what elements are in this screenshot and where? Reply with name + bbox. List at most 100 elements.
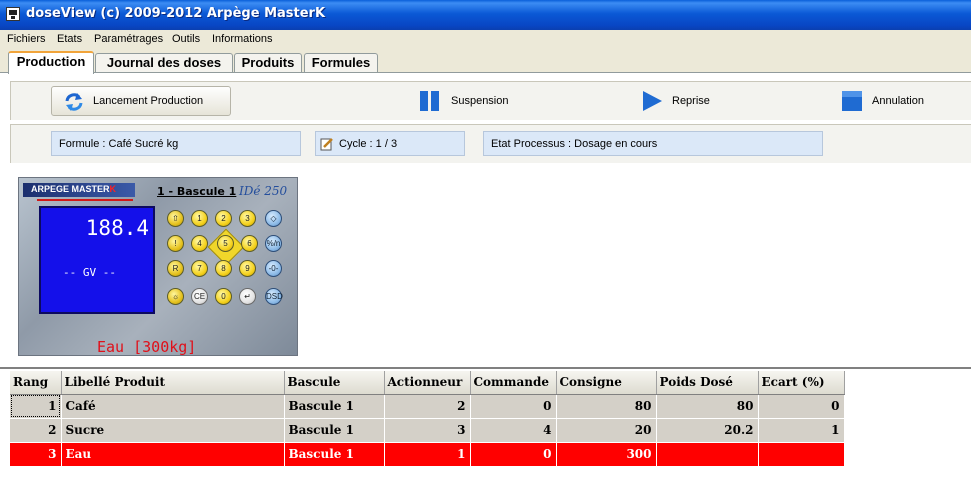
cell-produit[interactable]: Eau <box>61 442 285 467</box>
refresh-icon <box>65 93 83 111</box>
key-percent[interactable]: %/n <box>265 235 282 252</box>
column-header-libelle[interactable]: Libellé Produit <box>61 371 285 395</box>
key-2[interactable]: 2 <box>215 210 232 227</box>
menu-outils[interactable]: Outils <box>172 33 200 45</box>
cell-produit[interactable]: Café <box>61 394 285 419</box>
column-header-consigne[interactable]: Consigne <box>556 371 657 395</box>
launch-production-button[interactable]: Lancement Production <box>51 86 231 116</box>
menu-fichiers[interactable]: Fichiers <box>7 33 46 45</box>
dosing-table: Rang Libellé Produit Bascule Actionneur … <box>10 371 845 467</box>
tab-production[interactable]: Production <box>8 51 94 74</box>
cell-ecart[interactable]: 1 <box>758 418 845 443</box>
tab-formules[interactable]: Formules <box>304 53 378 73</box>
key-zero[interactable]: -0- <box>265 260 282 277</box>
key-up-arrow-icon[interactable]: ⇧ <box>167 210 184 227</box>
cell-poids[interactable]: 80 <box>656 394 759 419</box>
menu-parametrages[interactable]: Paramétrages <box>94 33 163 45</box>
cycle-field: Cycle : 1 / 3 <box>315 131 465 156</box>
column-header-rang[interactable]: Rang <box>10 371 62 395</box>
resume-label: Reprise <box>672 95 710 107</box>
tab-journal-des-doses[interactable]: Journal des doses <box>95 53 233 73</box>
tab-strip: Production Journal des doses Produits Fo… <box>0 51 971 74</box>
key-1[interactable]: 1 <box>191 210 208 227</box>
weight-readout: 188.4 <box>85 216 149 240</box>
cancel-button[interactable]: Annulation <box>841 86 951 116</box>
app-floppy-icon[interactable] <box>6 7 20 21</box>
play-icon <box>643 91 662 111</box>
key-5[interactable]: 5 <box>217 235 234 252</box>
column-header-poids[interactable]: Poids Dosé <box>656 371 759 395</box>
key-7[interactable]: 7 <box>191 260 208 277</box>
current-product-readout: Eau [300kg] <box>97 338 197 356</box>
menu-informations[interactable]: Informations <box>212 33 273 45</box>
cell-actionneur[interactable]: 2 <box>384 394 471 419</box>
dosing-grid: Rang Libellé Produit Bascule Actionneur … <box>0 367 971 493</box>
action-toolbar: Lancement Production Suspension Reprise … <box>10 81 971 120</box>
cycle-text: Cycle : 1 / 3 <box>339 138 398 150</box>
column-header-actionneur[interactable]: Actionneur <box>384 371 471 395</box>
suspend-label: Suspension <box>451 95 509 107</box>
cell-bascule[interactable]: Bascule 1 <box>284 442 385 467</box>
cell-bascule[interactable]: Bascule 1 <box>284 394 385 419</box>
key-enter-icon[interactable]: ↵ <box>239 288 256 305</box>
edit-pencil-icon <box>320 138 333 151</box>
tab-produits[interactable]: Produits <box>234 53 302 73</box>
cell-produit[interactable]: Sucre <box>61 418 285 443</box>
key-dsd[interactable]: DSD <box>265 288 283 305</box>
formula-field: Formule : Café Sucré kg <box>51 131 301 156</box>
cell-consigne[interactable]: 300 <box>556 442 657 467</box>
formula-text: Formule : Café Sucré kg <box>59 138 179 150</box>
key-8[interactable]: 8 <box>215 260 232 277</box>
process-state-text: Etat Processus : Dosage en cours <box>491 138 658 150</box>
cell-ecart[interactable] <box>758 442 845 467</box>
mode-readout: -- GV -- <box>63 266 116 279</box>
cell-commande[interactable]: 4 <box>470 418 557 443</box>
column-header-ecart[interactable]: Ecart (%) <box>758 371 845 395</box>
key-4[interactable]: 4 <box>191 235 208 252</box>
cell-actionneur[interactable]: 3 <box>384 418 471 443</box>
model-label: IDé 250 <box>239 184 288 198</box>
cell-rang[interactable]: 2 <box>10 418 62 443</box>
cell-consigne[interactable]: 20 <box>556 418 657 443</box>
cell-commande[interactable]: 0 <box>470 442 557 467</box>
column-header-commande[interactable]: Commande <box>470 371 557 395</box>
cell-commande[interactable]: 0 <box>470 394 557 419</box>
cell-actionneur[interactable]: 1 <box>384 442 471 467</box>
column-header-bascule[interactable]: Bascule <box>284 371 385 395</box>
resume-button[interactable]: Reprise <box>641 86 731 116</box>
process-info-bar: Formule : Café Sucré kg Cycle : 1 / 3 Et… <box>10 124 971 163</box>
process-state-field: Etat Processus : Dosage en cours <box>483 131 823 156</box>
cancel-label: Annulation <box>872 95 924 107</box>
window-title: doseView (c) 2009-2012 Arpège MasterK <box>26 6 326 21</box>
cell-rang[interactable]: 3 <box>10 442 62 467</box>
key-6[interactable]: 6 <box>241 235 258 252</box>
cell-consigne[interactable]: 80 <box>556 394 657 419</box>
table-header-row: Rang Libellé Produit Bascule Actionneur … <box>10 371 845 395</box>
lcd-screen: 188.4 -- GV -- <box>39 206 155 314</box>
cell-bascule[interactable]: Bascule 1 <box>284 418 385 443</box>
weighing-indicator: ARPEGE MASTERK 1 - Bascule 1 IDé 250 188… <box>18 177 298 356</box>
key-9[interactable]: 9 <box>239 260 256 277</box>
table-row-selected[interactable]: 3 Eau Bascule 1 1 0 300 <box>10 442 845 467</box>
key-3[interactable]: 3 <box>239 210 256 227</box>
key-light-icon[interactable]: ☼ <box>167 288 184 305</box>
key-info-icon[interactable]: ! <box>167 235 184 252</box>
cell-rang[interactable]: 1 <box>10 394 62 419</box>
production-panel: Lancement Production Suspension Reprise … <box>0 73 971 493</box>
stop-icon <box>842 91 862 111</box>
arpege-logo: ARPEGE MASTERK <box>23 183 135 197</box>
key-ce[interactable]: CE <box>191 288 208 305</box>
suspend-button[interactable]: Suspension <box>419 86 529 116</box>
menu-etats[interactable]: Etats <box>57 33 82 45</box>
table-row[interactable]: 1 Café Bascule 1 2 0 80 80 0 <box>10 394 845 419</box>
key-0[interactable]: 0 <box>215 288 232 305</box>
launch-production-label: Lancement Production <box>93 95 204 107</box>
title-bar: doseView (c) 2009-2012 Arpège MasterK <box>0 0 971 30</box>
menu-bar: Fichiers Etats Paramétrages Outils Infor… <box>0 30 971 50</box>
cell-poids[interactable]: 20.2 <box>656 418 759 443</box>
cell-ecart[interactable]: 0 <box>758 394 845 419</box>
cell-poids[interactable] <box>656 442 759 467</box>
key-r-icon[interactable]: R <box>167 260 184 277</box>
table-row[interactable]: 2 Sucre Bascule 1 3 4 20 20.2 1 <box>10 418 845 443</box>
key-tare-icon[interactable]: ◇ <box>265 210 282 227</box>
